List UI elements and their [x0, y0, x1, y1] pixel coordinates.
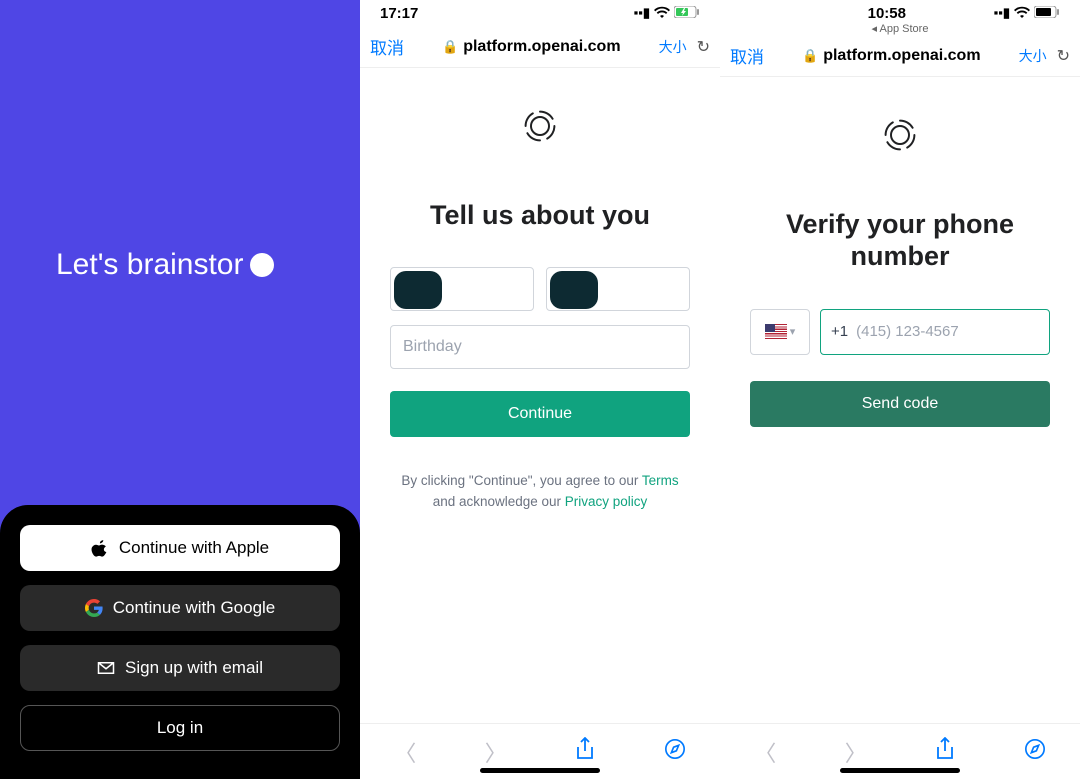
forward-icon[interactable]: 〉 [485, 736, 507, 768]
tagline: Let's brainstor [56, 248, 274, 282]
google-label: Continue with Google [113, 598, 276, 618]
continue-with-google-button[interactable]: Continue with Google [20, 585, 340, 631]
continue-with-apple-button[interactable]: Continue with Apple [20, 525, 340, 571]
clock: 17:17 [380, 5, 418, 22]
first-name-input[interactable] [390, 267, 534, 311]
battery-icon [1034, 6, 1060, 21]
signal-icon: ▪▪▮ [994, 5, 1010, 21]
legal-prefix: By clicking "Continue", you agree to our [401, 473, 641, 488]
url-display[interactable]: 🔒 platform.openai.com [802, 47, 981, 65]
lock-icon: 🔒 [802, 48, 818, 64]
home-indicator [480, 768, 600, 773]
birthday-input[interactable] [390, 325, 690, 369]
wifi-icon [1014, 6, 1030, 21]
status-icons: ▪▪▮ [994, 5, 1060, 21]
last-name-input[interactable] [546, 267, 690, 311]
url-text: platform.openai.com [823, 47, 980, 65]
cursor-dot-icon [250, 253, 274, 277]
verify-phone-screen: 10:58 ▪▪▮ ◂ App Store 取消 🔒 platform.open… [720, 0, 1080, 779]
clock: 10:58 [868, 5, 906, 22]
chevron-down-icon: ▾ [790, 325, 796, 338]
reload-icon[interactable]: ↻ [697, 37, 710, 57]
mail-icon [97, 659, 115, 677]
openai-logo-icon [882, 117, 918, 153]
privacy-link[interactable]: Privacy policy [565, 494, 648, 509]
tagline-text: Let's brainstor [56, 248, 244, 282]
cancel-button[interactable]: 取消 [730, 43, 764, 68]
text-size-button[interactable]: 大小 [1019, 46, 1047, 66]
status-icons: ▪▪▮ [634, 5, 700, 21]
signup-email-button[interactable]: Sign up with email [20, 645, 340, 691]
url-display[interactable]: 🔒 platform.openai.com [442, 38, 621, 56]
email-label: Sign up with email [125, 658, 263, 678]
status-bar: 17:17 ▪▪▮ [360, 0, 720, 26]
terms-link[interactable]: Terms [642, 473, 679, 488]
redacted-value [394, 271, 442, 309]
appstore-back-link[interactable]: ◂ App Store [720, 22, 1080, 35]
legal-mid: and acknowledge our [433, 494, 565, 509]
wifi-icon [654, 6, 670, 21]
about-you-screen: 17:17 ▪▪▮ 取消 🔒 platform.openai.com 大小 ↻ … [360, 0, 720, 779]
lock-icon: 🔒 [442, 39, 458, 55]
url-text: platform.openai.com [463, 38, 620, 56]
battery-icon [674, 6, 700, 21]
login-label: Log in [157, 718, 203, 738]
login-button[interactable]: Log in [20, 705, 340, 751]
dial-code: +1 [831, 323, 848, 340]
signal-icon: ▪▪▮ [634, 5, 650, 21]
cancel-button[interactable]: 取消 [370, 34, 404, 59]
safari-address-bar: 取消 🔒 platform.openai.com 大小 ↻ [360, 26, 720, 68]
phone-input[interactable]: +1 (415) 123-4567 [820, 309, 1050, 355]
legal-text: By clicking "Continue", you agree to our… [390, 471, 690, 512]
share-icon[interactable] [935, 737, 955, 767]
redacted-value [550, 271, 598, 309]
home-indicator [840, 768, 960, 773]
back-icon[interactable]: 〈 [394, 736, 416, 768]
continue-button[interactable]: Continue [390, 391, 690, 437]
reload-icon[interactable]: ↻ [1057, 46, 1070, 66]
auth-sheet: Continue with Apple Continue with Google… [0, 505, 360, 779]
us-flag-icon [765, 324, 787, 339]
google-icon [85, 599, 103, 617]
share-icon[interactable] [575, 737, 595, 767]
openai-logo-icon [522, 108, 558, 144]
compass-icon[interactable] [1024, 738, 1046, 766]
apple-label: Continue with Apple [119, 538, 269, 558]
onboarding-screen: Let's brainstor Continue with Apple Cont… [0, 0, 360, 779]
page-title: Tell us about you [390, 199, 690, 231]
phone-placeholder: (415) 123-4567 [856, 323, 959, 340]
send-code-button[interactable]: Send code [750, 381, 1050, 427]
country-select[interactable]: ▾ [750, 309, 810, 355]
forward-icon[interactable]: 〉 [845, 736, 867, 768]
text-size-button[interactable]: 大小 [659, 37, 687, 57]
compass-icon[interactable] [664, 738, 686, 766]
back-icon[interactable]: 〈 [754, 736, 776, 768]
safari-address-bar: 取消 🔒 platform.openai.com 大小 ↻ [720, 35, 1080, 77]
apple-icon [91, 539, 109, 557]
page-title: Verify your phone number [750, 208, 1050, 273]
